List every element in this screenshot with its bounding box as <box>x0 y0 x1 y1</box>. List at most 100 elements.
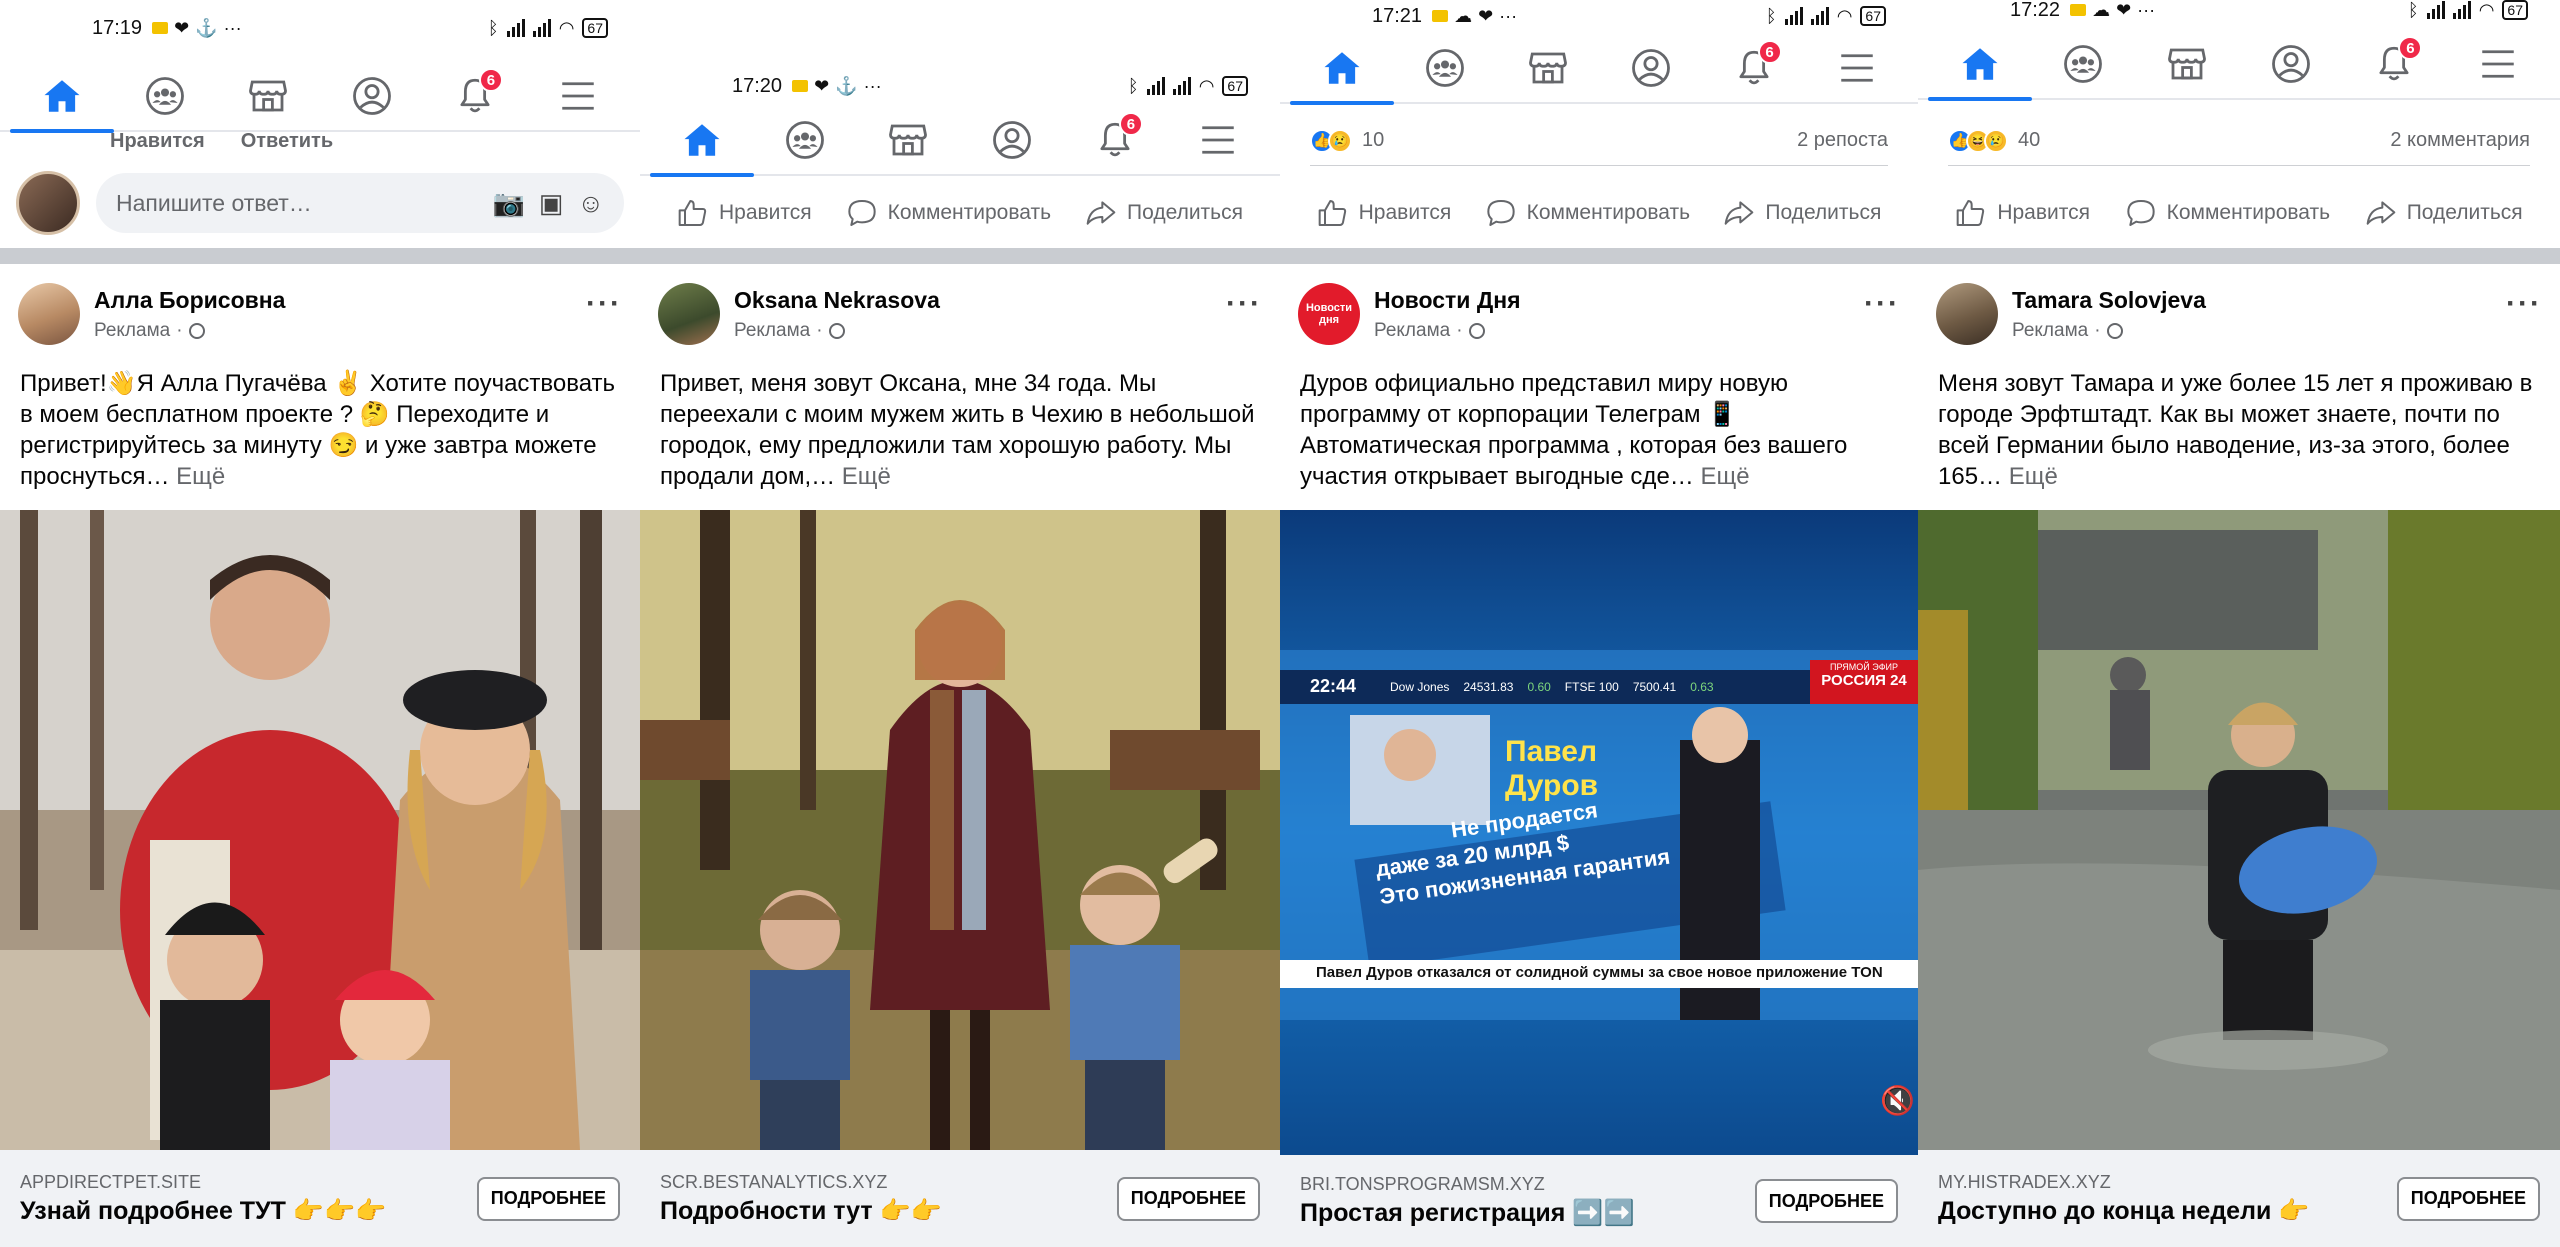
video-time: 22:44 <box>1310 676 1357 696</box>
nav-menu[interactable] <box>2466 32 2530 96</box>
post-header: Oksana Nekrasova Реклама · ··· <box>658 274 1262 354</box>
bluetooth-icon: ᛒ <box>1127 75 1139 96</box>
learn-more-button[interactable]: ПОДРОБНЕЕ <box>1754 1179 1898 1223</box>
top-navigation: 6 <box>640 106 1280 177</box>
post-body: Привет!👋Я Алла Пугачёва ✌️ Хотите поучас… <box>20 370 616 490</box>
status-system-icons: ᛒ ◠ 67 <box>2408 0 2528 21</box>
post-author[interactable]: Tamara Solovjeva <box>2012 287 2206 314</box>
avatar[interactable]: Новости дня <box>1298 283 1360 345</box>
globe-icon <box>1468 322 1485 339</box>
status-notification-icons: ☁ ❤ ··· <box>1432 6 1517 27</box>
wifi-icon: ◠ <box>1836 5 1853 26</box>
nav-home[interactable] <box>1927 32 2032 101</box>
share-button[interactable]: Поделиться <box>1085 197 1243 229</box>
nav-notifications[interactable]: 6 <box>1722 36 1786 100</box>
profile-icon <box>1630 47 1672 89</box>
comment-icon <box>2125 197 2157 229</box>
nav-groups[interactable] <box>1413 36 1477 100</box>
nav-notifications[interactable]: 6 <box>2362 32 2426 96</box>
ad-cta-bar[interactable]: SCR.BESTANALYTICS.XYZ Подробности тут 👉👉… <box>640 1150 1280 1247</box>
see-more-link[interactable]: Ещё <box>1700 463 1749 490</box>
post-author[interactable]: Новости Дня <box>1374 287 1521 314</box>
nav-menu[interactable] <box>1825 36 1889 100</box>
nav-menu[interactable] <box>546 64 610 128</box>
reaction-summary[interactable]: 👍 😆 😢 40 2 комментария <box>1948 116 2530 166</box>
camera-icon[interactable]: 📷 <box>493 188 525 219</box>
see-more-link[interactable]: Ещё <box>176 463 225 490</box>
post-image[interactable] <box>640 510 1280 1150</box>
ad-cta-bar[interactable]: APPDIRECTPET.SITE Узнай подробнее ТУТ 👉👉… <box>0 1150 640 1247</box>
nav-marketplace[interactable] <box>2155 32 2219 96</box>
nav-home[interactable] <box>1289 36 1394 105</box>
nav-profile[interactable] <box>340 64 404 128</box>
ad-cta-bar[interactable]: BRI.TONSPROGRAMSM.XYZ Простая регистраци… <box>1280 1155 1918 1247</box>
notification-badge: 6 <box>478 68 503 92</box>
post-header: Tamara Solovjeva Реклама · ··· <box>1936 274 2542 354</box>
comment-label: Комментировать <box>2166 201 2331 224</box>
emoji-icon[interactable]: ☺ <box>577 188 604 219</box>
nav-marketplace[interactable] <box>876 108 940 172</box>
signal-icon <box>1172 77 1191 95</box>
share-label: Поделиться <box>1127 201 1243 224</box>
reaction-summary[interactable]: 👍 😢 10 2 репоста <box>1310 116 1888 166</box>
learn-more-button[interactable]: ПОДРОБНЕЕ <box>476 1176 620 1221</box>
ad-headline: Узнай подробнее ТУТ 👉👉👉 <box>20 1196 387 1225</box>
battery-icon: 67 <box>582 18 608 38</box>
nav-profile[interactable] <box>1619 36 1683 100</box>
avatar[interactable] <box>1936 283 1998 345</box>
like-button[interactable]: Нравится <box>1317 197 1451 229</box>
nav-marketplace[interactable] <box>1516 36 1580 100</box>
ticker-item: FTSE 100 <box>1564 680 1619 694</box>
video-overlay: 22:44 Dow Jones 24531.83 0.60 FTSE 100 7… <box>1280 510 1918 1155</box>
nav-home[interactable] <box>9 64 114 133</box>
post-image[interactable] <box>0 510 640 1150</box>
post-author[interactable]: Oksana Nekrasova <box>734 287 940 314</box>
comment-count[interactable]: 2 комментария <box>2390 129 2530 152</box>
notification-badge: 6 <box>2398 36 2423 60</box>
learn-more-button[interactable]: ПОДРОБНЕЕ <box>1116 1176 1260 1221</box>
nav-home[interactable] <box>649 108 754 177</box>
panel-4: 17:22 ☁ ❤ ··· ᛒ ◠ 67 6 👍 😆 😢 40 2 комментари… <box>1918 0 2560 1247</box>
top-navigation: 6 <box>1918 30 2560 101</box>
comment-button[interactable]: Комментировать <box>2125 197 2330 229</box>
share-count[interactable]: 2 репоста <box>1797 129 1888 152</box>
like-button[interactable]: Нравится <box>677 197 812 229</box>
nav-groups[interactable] <box>773 108 837 172</box>
like-button[interactable]: Нравится <box>1955 197 2090 229</box>
nav-groups[interactable] <box>2051 32 2115 96</box>
share-button[interactable]: Поделиться <box>2365 197 2523 229</box>
nav-profile[interactable] <box>2259 32 2323 96</box>
nav-notifications[interactable]: 6 <box>1083 108 1147 172</box>
gif-icon[interactable]: ▣ <box>539 188 564 219</box>
ad-headline: Подробности тут 👉👉 <box>660 1196 942 1225</box>
nav-marketplace[interactable] <box>236 64 300 128</box>
mail-icon <box>1432 10 1449 22</box>
nav-notifications[interactable]: 6 <box>443 64 507 128</box>
status-notification-icons: ❤ ⚓ ··· <box>792 76 882 97</box>
more-options-icon[interactable]: ··· <box>2506 287 2542 321</box>
comment-button[interactable]: Комментировать <box>1485 197 1690 229</box>
more-options-icon[interactable]: ··· <box>1226 287 1262 321</box>
post-image[interactable] <box>1918 510 2560 1150</box>
more-options-icon[interactable]: ··· <box>1864 287 1900 321</box>
reply-input[interactable]: Напишите ответ… 📷 ▣ ☺ <box>96 173 624 233</box>
mail-icon <box>152 22 169 34</box>
see-more-link[interactable]: Ещё <box>2009 463 2058 490</box>
nav-groups[interactable] <box>133 64 197 128</box>
comment-button[interactable]: Комментировать <box>846 197 1051 229</box>
post-author[interactable]: Алла Борисовна <box>94 287 285 314</box>
share-button[interactable]: Поделиться <box>1723 197 1881 229</box>
learn-more-button[interactable]: ПОДРОБНЕЕ <box>2396 1176 2540 1221</box>
see-more-link[interactable]: Ещё <box>842 463 891 490</box>
nav-menu[interactable] <box>1186 108 1250 172</box>
nav-profile[interactable] <box>980 108 1044 172</box>
avatar[interactable] <box>18 283 80 345</box>
comment-reply-link[interactable]: Ответить <box>241 130 333 153</box>
ad-cta-bar[interactable]: MY.HISTRADEX.XYZ Доступно до конца недел… <box>1918 1150 2560 1247</box>
avatar[interactable] <box>658 283 720 345</box>
more-options-icon[interactable]: ··· <box>586 287 622 321</box>
overflow-icon: ··· <box>2137 0 2156 20</box>
post-video[interactable]: 🔇 22:44 Dow Jones 24531.83 0.60 FTSE 100… <box>1280 510 1918 1155</box>
sponsored-label: Реклама <box>94 319 171 341</box>
comment-like-link[interactable]: Нравится <box>110 130 205 153</box>
